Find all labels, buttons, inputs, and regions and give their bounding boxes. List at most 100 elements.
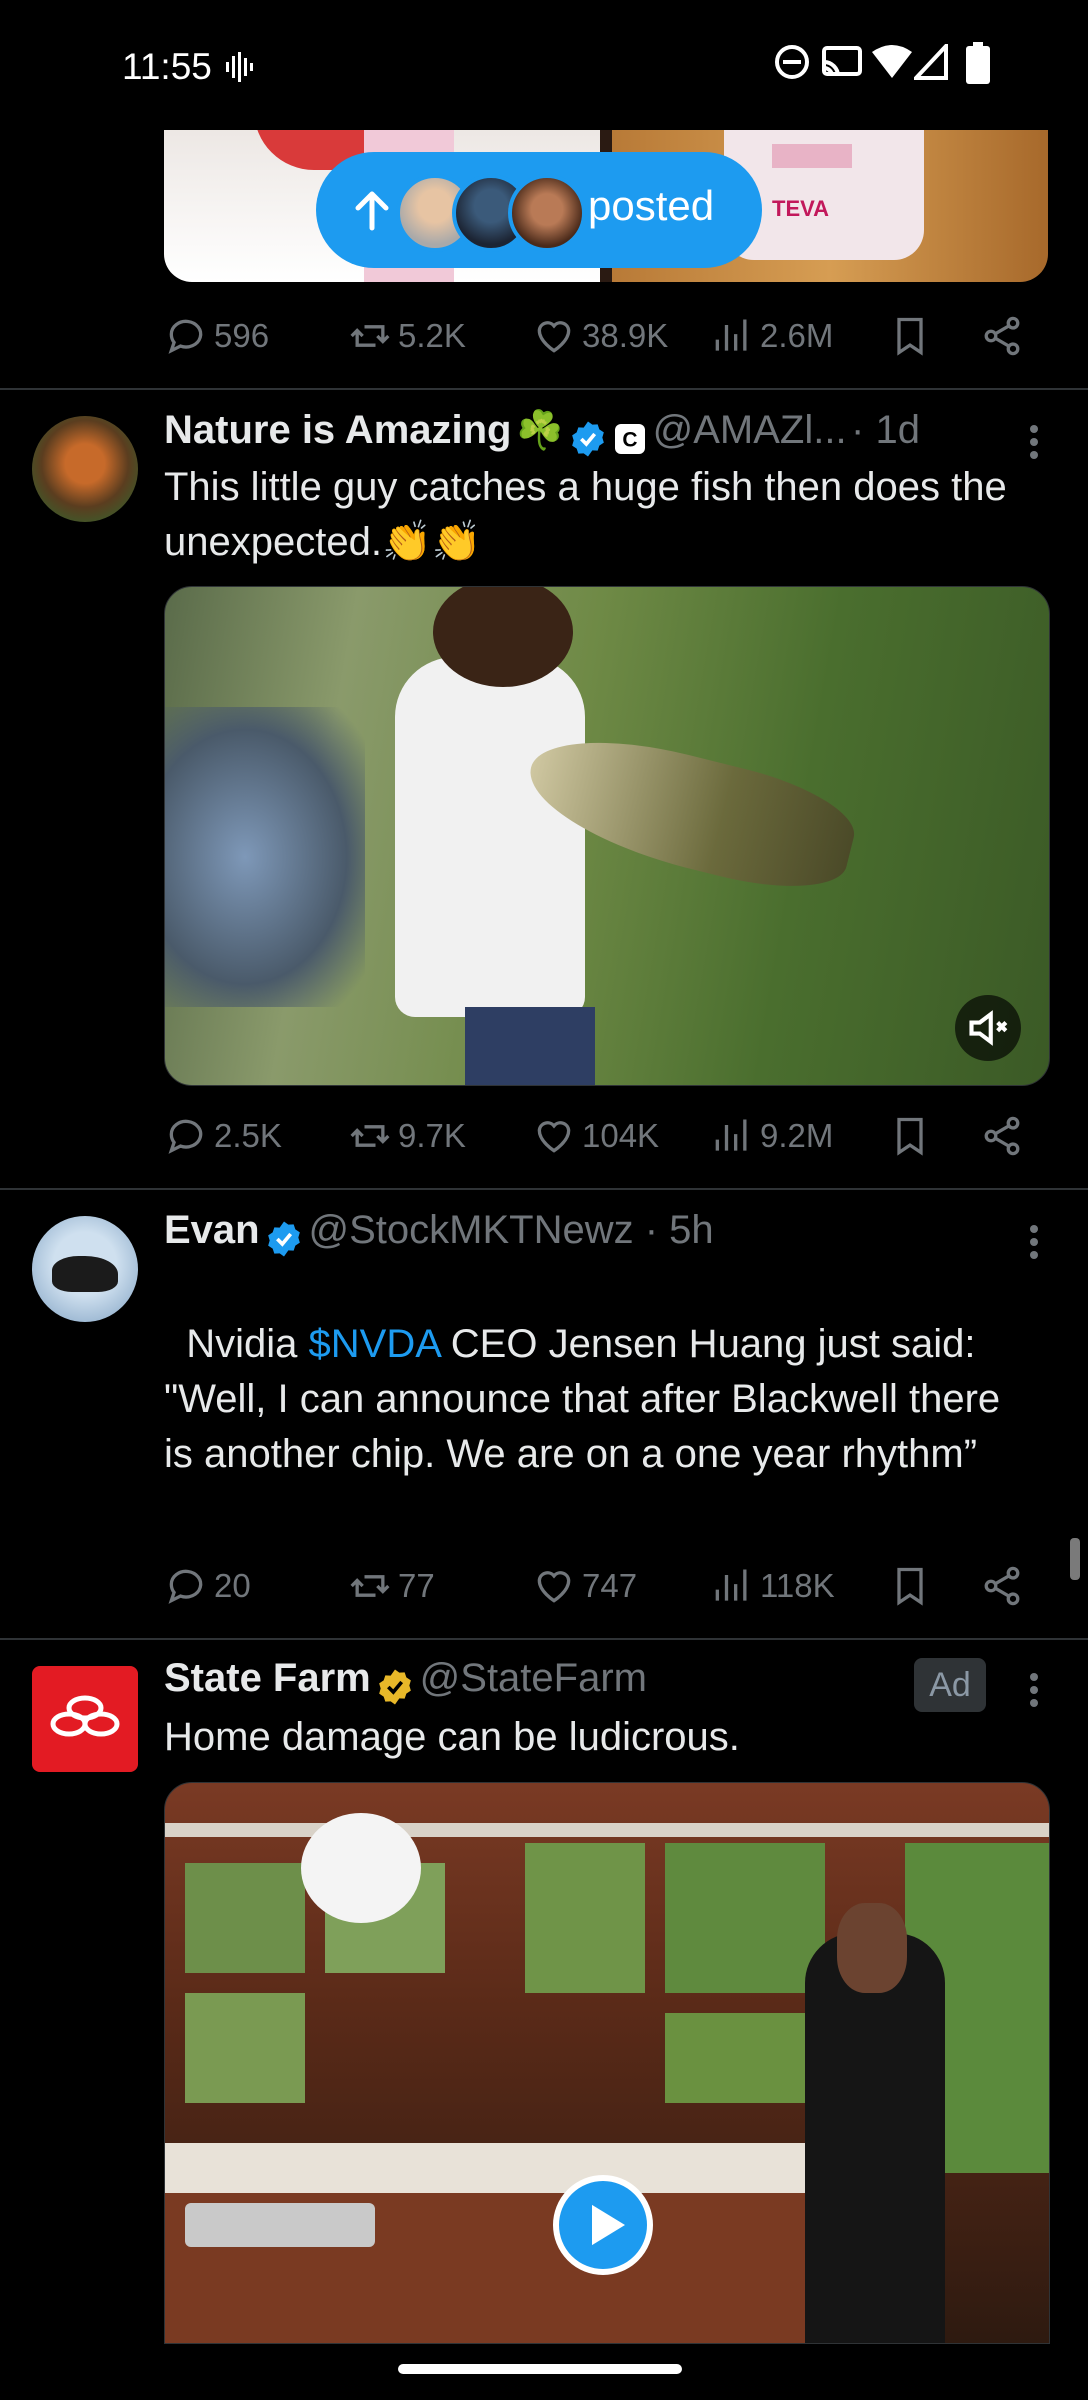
tweet-quote-text: "Well, I can announce that after Blackwe… [164, 1377, 1012, 1476]
battery-icon [966, 42, 990, 84]
more-icon[interactable] [1028, 1220, 1040, 1264]
views-button[interactable]: 2.6M [710, 306, 833, 366]
verified-business-badge-icon [379, 1669, 412, 1705]
status-time: 11:55 [122, 46, 212, 87]
bookmark-icon [897, 1567, 923, 1606]
like-count: 38.9K [582, 317, 669, 354]
reply-icon [168, 1569, 203, 1604]
tweet-actions: 20 77 747 118K [164, 1556, 1034, 1616]
repost-count: 77 [398, 1567, 435, 1604]
like-button[interactable]: 747 [532, 1556, 637, 1616]
avatar[interactable] [32, 1216, 138, 1322]
views-button[interactable]: 9.2M [710, 1106, 833, 1166]
views-icon [715, 319, 747, 351]
author-name[interactable]: Evan [164, 1208, 260, 1252]
ad-badge: Ad [914, 1658, 986, 1712]
divider [0, 1638, 1088, 1640]
tweet-text: Nvidia $NVDA CEO Jensen Huang just said: [164, 1262, 1024, 1372]
affiliate-badge-icon: C [615, 423, 646, 454]
avatar[interactable] [32, 1666, 138, 1772]
share-icon [984, 1566, 1020, 1606]
tweet-video[interactable] [164, 586, 1050, 1086]
tweet-text-prefix: Nvidia [186, 1322, 309, 1366]
repost-icon [350, 325, 390, 347]
author-handle[interactable]: @AMAZl... [653, 408, 847, 452]
reply-icon [168, 319, 203, 354]
author-name[interactable]: Nature is Amazing [164, 408, 511, 452]
status-bar: 11:55 [0, 0, 1088, 130]
repost-button[interactable]: 9.7K [348, 1106, 466, 1166]
share-icon [984, 1116, 1020, 1156]
reply-button[interactable]: 596 [164, 306, 269, 366]
voice-activity-icon [226, 52, 253, 82]
reply-count: 20 [214, 1567, 251, 1604]
like-icon [537, 1571, 571, 1603]
views-count: 2.6M [760, 317, 834, 354]
reply-button[interactable]: 20 [164, 1556, 251, 1616]
divider [0, 388, 1088, 390]
bookmark-icon [897, 1117, 923, 1156]
tweet-header: Nature is Amazing ☘️ C @AMAZl... · 1d [164, 408, 1044, 464]
wifi-icon [872, 45, 912, 78]
repost-button[interactable]: 77 [348, 1556, 435, 1616]
repost-icon [350, 1575, 390, 1597]
ad-video[interactable] [164, 1782, 1050, 2344]
verified-badge-icon [571, 421, 604, 457]
share-button[interactable] [980, 306, 1030, 366]
scrollbar[interactable] [1070, 1538, 1080, 1580]
author-handle[interactable]: @StockMKTNewz · 5h [309, 1208, 714, 1252]
like-icon [537, 1121, 571, 1153]
mute-button[interactable] [955, 995, 1021, 1061]
post-time: · 1d [851, 408, 920, 452]
play-icon [592, 2204, 625, 2246]
bookmark-button[interactable] [888, 306, 938, 366]
like-button[interactable]: 38.9K [532, 306, 668, 366]
more-icon[interactable] [1028, 1668, 1040, 1712]
do-not-disturb-icon [775, 45, 809, 79]
more-icon[interactable] [1028, 420, 1040, 464]
repost-count: 5.2K [398, 317, 466, 354]
avatar [508, 174, 586, 252]
like-button[interactable]: 104K [532, 1106, 659, 1166]
tweet-text: This little guy catches a huge fish then… [164, 465, 1018, 564]
bookmark-icon [897, 317, 923, 356]
signal-icon [914, 44, 948, 80]
like-count: 104K [582, 1117, 660, 1154]
pill-label: posted [588, 182, 715, 229]
repost-count: 9.7K [398, 1117, 466, 1154]
home-indicator[interactable] [398, 2364, 682, 2374]
tweet-header: Evan @StockMKTNewz · 5h [164, 1208, 1024, 1264]
author-name[interactable]: State Farm [164, 1656, 371, 1700]
reply-button[interactable]: 2.5K [164, 1106, 282, 1166]
avatar[interactable] [32, 416, 138, 522]
views-button[interactable]: 118K [710, 1556, 835, 1616]
author-handle[interactable]: @StateFarm [420, 1656, 647, 1700]
like-count: 747 [582, 1567, 638, 1604]
state-farm-logo-icon [50, 1695, 120, 1737]
play-button[interactable] [553, 2175, 653, 2275]
bookmark-button[interactable] [888, 1106, 938, 1166]
cashtag-link[interactable]: $NVDA [309, 1322, 440, 1366]
new-posts-pill[interactable]: posted [316, 152, 762, 268]
reply-count: 596 [214, 317, 270, 354]
tweet-actions: 2.5K 9.7K 104K 9.2M [164, 1106, 1034, 1166]
views-icon [715, 1569, 747, 1601]
name-emoji: ☘️ [515, 410, 564, 452]
reply-icon [168, 1119, 203, 1154]
cast-icon [822, 46, 862, 77]
bookmark-button[interactable] [888, 1556, 938, 1616]
reply-count: 2.5K [214, 1117, 282, 1154]
tweet-text-suffix: CEO Jensen Huang just said: [439, 1322, 976, 1366]
mute-icon [969, 1010, 1008, 1046]
tweet-header: State Farm @StateFarm [164, 1656, 904, 1712]
verified-badge-icon [268, 1221, 300, 1257]
views-count: 118K [760, 1567, 835, 1604]
divider [0, 1188, 1088, 1190]
repost-button[interactable]: 5.2K [348, 306, 466, 366]
repost-icon [350, 1125, 390, 1147]
tweet-text: Home damage can be ludicrous. [164, 1715, 740, 1759]
share-button[interactable] [980, 1106, 1030, 1166]
views-count: 9.2M [760, 1117, 834, 1154]
svg-text:C: C [623, 428, 638, 451]
share-button[interactable] [980, 1556, 1030, 1616]
